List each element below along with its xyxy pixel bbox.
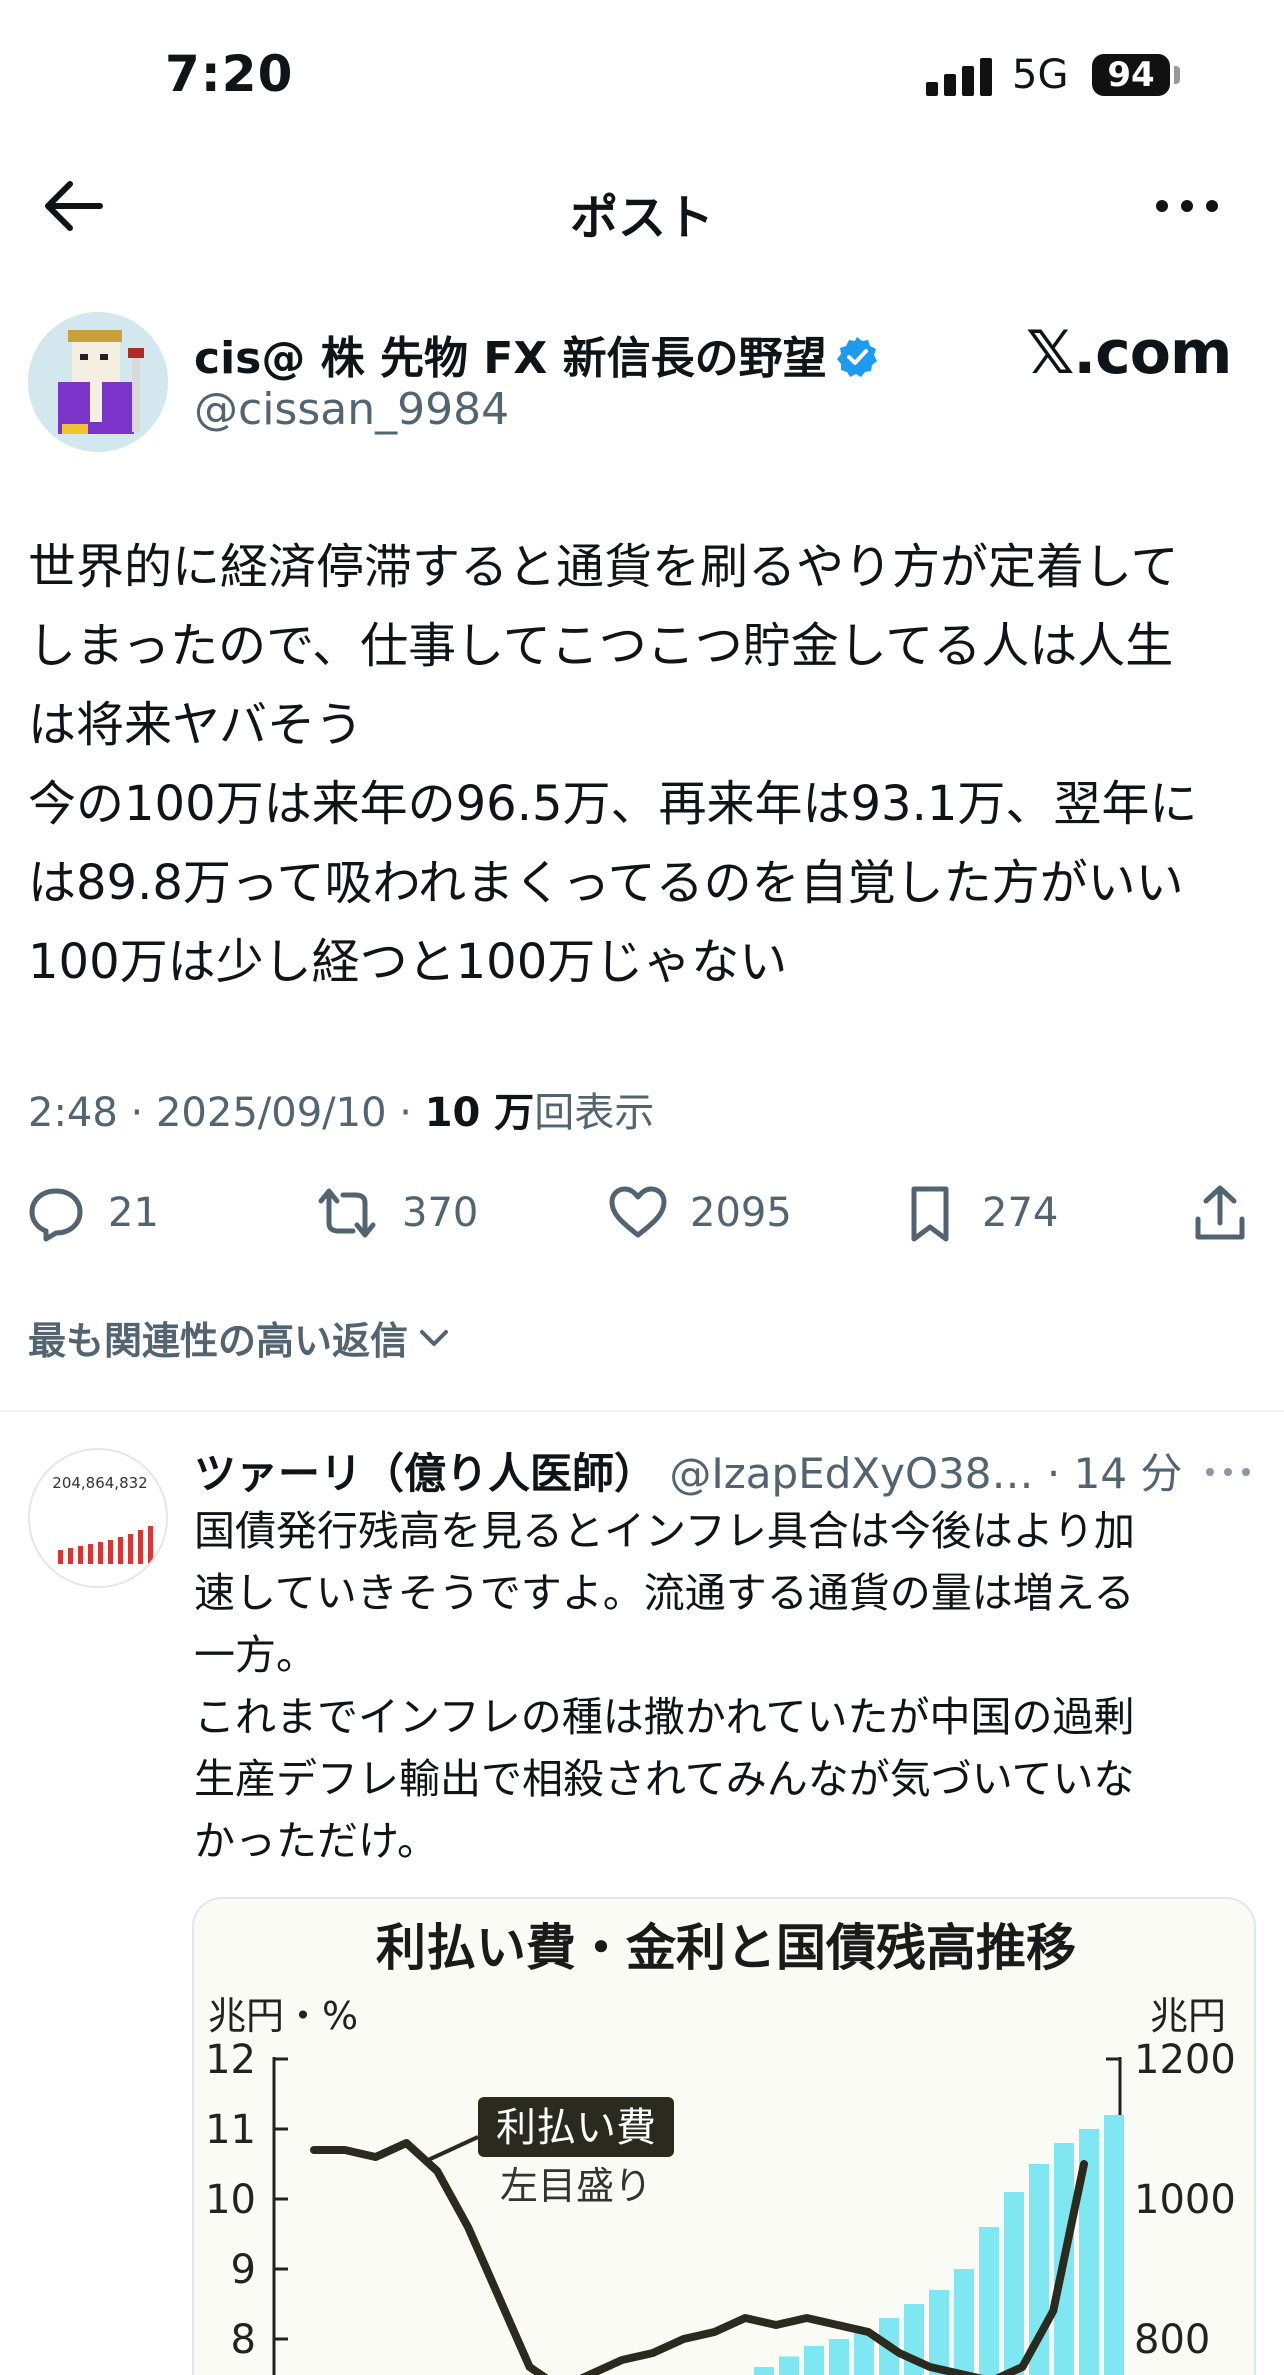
left-tick-label: 11 — [205, 2107, 256, 2153]
reply-text: 国債発行残高を見るとインフレ具合は今後はより加 速していきそうですよ。流通する通… — [194, 1507, 1135, 1865]
share-button[interactable] — [1190, 1180, 1250, 1246]
signal-icon — [926, 58, 992, 96]
divider — [0, 1410, 1284, 1412]
avatar[interactable] — [28, 312, 168, 452]
bar — [754, 2367, 774, 2375]
reply-author-name[interactable]: ツァーリ（億り人医師） — [194, 1449, 656, 1498]
left-tick-label: 10 — [205, 2177, 256, 2223]
reply-button[interactable]: 21 — [26, 1180, 159, 1246]
reply-sort-label: 最も関連性の高い返信 — [28, 1319, 409, 1363]
network-type: 5G — [1012, 52, 1069, 98]
repost-count: 370 — [402, 1190, 479, 1236]
post-date[interactable]: 2025/09/10 — [156, 1090, 387, 1136]
bookmark-button[interactable]: 274 — [900, 1180, 1058, 1246]
pixel-character-icon — [28, 312, 168, 452]
post-text: 世界的に経済停滞すると通貨を刷るやり方が定着して しまったので、仕事してこつこつ… — [28, 539, 1198, 990]
annotation: 利払い費 左目盛り — [425, 2097, 674, 2208]
more-button[interactable] — [1152, 188, 1222, 224]
bar — [779, 2356, 799, 2375]
left-tick-label: 9 — [231, 2247, 256, 2293]
page-title: ポスト — [569, 190, 714, 246]
status-time: 7:20 — [165, 45, 294, 103]
verified-badge-icon — [836, 337, 877, 377]
annotation-sub: 左目盛り — [500, 2164, 652, 2208]
share-icon — [1195, 1185, 1245, 1240]
views-count: 10 万 — [424, 1090, 535, 1136]
author-name[interactable]: cis@ 株 先物 FX 新信長の野望 — [194, 322, 879, 386]
meta-separator: · — [130, 1090, 144, 1136]
more-horizontal-icon — [1156, 200, 1218, 212]
post-meta: 2:48 · 2025/09/10 · 10 万回表示 — [28, 1080, 654, 1138]
meta-separator: · — [399, 1090, 412, 1136]
reply-icon — [29, 1188, 83, 1242]
bar — [979, 2227, 999, 2375]
like-count: 2095 — [690, 1190, 792, 1236]
nav-bar: ポスト — [0, 160, 1284, 250]
chart: 利払い費・金利と国債残高推移 兆円・% 兆円 12 11 10 9 8 1200 1000… — [205, 1919, 1236, 2375]
annotation-label: 利払い費 — [496, 2105, 656, 2151]
bar — [954, 2269, 974, 2375]
more-horizontal-icon — [1206, 1468, 1250, 1476]
reply-header: ツァーリ（億り人医師） @IzapEdXyO38… · 14 分 — [194, 1440, 1274, 1501]
action-bar: 21 370 2095 274 — [0, 1180, 1284, 1246]
right-tick-label: 1200 — [1134, 2037, 1236, 2083]
post-time[interactable]: 2:48 — [28, 1090, 118, 1136]
chart-thumbnail-icon: 204,864,832 — [30, 1450, 166, 1586]
bar — [1004, 2192, 1024, 2375]
right-tick-label: 1000 — [1134, 2177, 1236, 2223]
repost-icon — [318, 1188, 376, 1238]
repost-button[interactable]: 370 — [314, 1180, 478, 1246]
right-tick-label: 800 — [1134, 2317, 1210, 2363]
like-button[interactable]: 2095 — [608, 1180, 792, 1246]
chevron-down-icon — [420, 1329, 449, 1346]
bar — [929, 2290, 949, 2375]
bar — [1104, 2115, 1124, 2375]
reply-time[interactable]: · 14 分 — [1047, 1449, 1183, 1498]
reply-sort-dropdown[interactable]: 最も関連性の高い返信 — [28, 1310, 454, 1365]
status-bar: 7:20 5G 94 — [0, 0, 1284, 150]
avatar-number: 204,864,832 — [52, 1474, 147, 1492]
bookmark-icon — [911, 1186, 949, 1242]
author-handle[interactable]: @cissan_9984 — [194, 384, 509, 435]
left-tick-label: 12 — [205, 2037, 256, 2083]
author-name-text: cis@ 株 先物 FX 新信長の野望 — [194, 333, 827, 384]
bar — [829, 2339, 849, 2375]
battery-icon: 94 — [1092, 54, 1170, 96]
reply-more-button[interactable] — [1204, 1462, 1252, 1482]
x-com-watermark: 𝕏.com — [1026, 318, 1232, 388]
reply-count: 21 — [108, 1190, 159, 1236]
bookmark-count: 274 — [982, 1190, 1059, 1236]
battery-tip — [1174, 66, 1180, 84]
views-label: 回表示 — [534, 1090, 655, 1136]
reply-image[interactable]: 利払い費・金利と国債残高推移 兆円・% 兆円 12 11 10 9 8 1200 1000… — [192, 1897, 1256, 2375]
right-axis-unit: 兆円 — [1150, 1994, 1226, 2038]
heart-icon — [609, 1186, 667, 1238]
left-tick-label: 8 — [231, 2317, 256, 2363]
bar — [804, 2346, 824, 2375]
left-axis-unit: 兆円・% — [208, 1994, 358, 2038]
chart-title: 利払い費・金利と国債残高推移 — [376, 1919, 1076, 1977]
reply-author-handle[interactable]: @IzapEdXyO38… — [669, 1449, 1033, 1498]
reply-avatar[interactable]: 204,864,832 — [28, 1448, 168, 1588]
